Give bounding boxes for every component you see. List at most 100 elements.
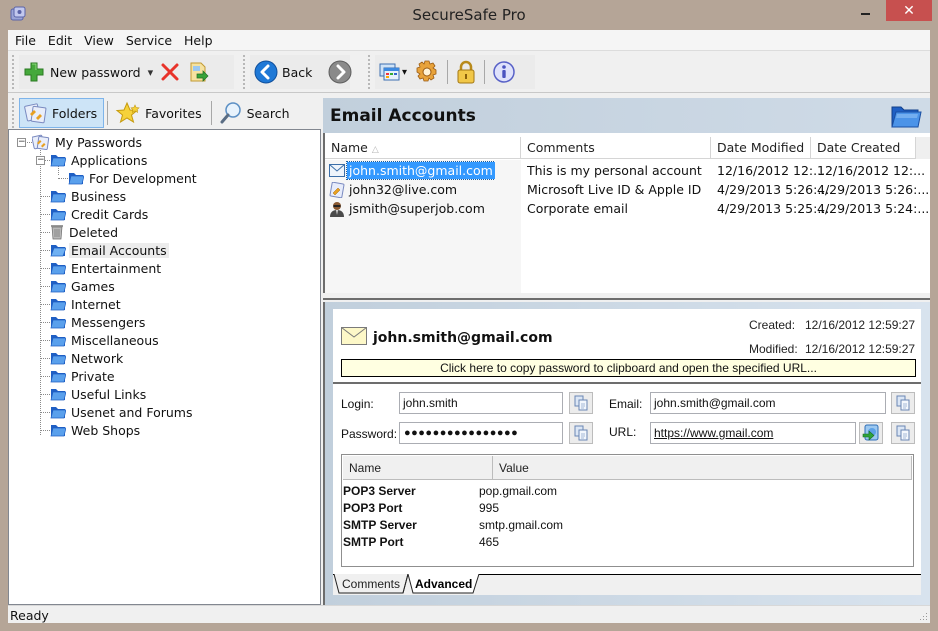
- tree-item-label: Usenet and Forums: [71, 404, 193, 420]
- edit-button[interactable]: [184, 57, 214, 87]
- tree-item-web-shops[interactable]: Web Shops: [50, 421, 142, 439]
- tab-advanced[interactable]: Advanced: [415, 575, 472, 594]
- modified-label: Modified:: [749, 342, 798, 356]
- tree-item-miscellaneous[interactable]: Miscellaneous: [50, 331, 161, 349]
- tree-guide-line: [40, 268, 50, 269]
- forward-arrow-icon: [328, 60, 352, 84]
- menu-file[interactable]: File: [8, 30, 42, 51]
- email-field[interactable]: john.smith@gmail.com: [650, 392, 886, 414]
- tree-guide-line: [40, 304, 50, 305]
- column-header-value[interactable]: Value: [493, 456, 529, 480]
- tree-item-business[interactable]: Business: [50, 187, 128, 205]
- menu-service[interactable]: Service: [120, 30, 178, 51]
- advanced-fields-grid: Name Value POP3 Server pop.gmail.com POP…: [341, 454, 914, 567]
- title-bar[interactable]: SecureSafe Pro ✕: [0, 0, 938, 30]
- tree-item-label: Network: [71, 350, 124, 366]
- tree-item-for-development[interactable]: For Development: [68, 169, 199, 187]
- horizontal-splitter[interactable]: [323, 293, 930, 300]
- tree-item-deleted[interactable]: Deleted: [50, 223, 120, 241]
- minimize-icon: [860, 12, 870, 15]
- gear-icon: [416, 60, 437, 82]
- tab-favorites[interactable]: Favorites: [111, 98, 207, 128]
- tree-item-internet[interactable]: Internet: [50, 295, 123, 313]
- tree-item-entertainment[interactable]: Entertainment: [50, 259, 163, 277]
- tree-item-messengers[interactable]: Messengers: [50, 313, 147, 331]
- delete-button[interactable]: [156, 57, 184, 87]
- menu-help[interactable]: Help: [178, 30, 219, 51]
- entry-name: jsmith@superjob.com: [349, 201, 485, 216]
- tree-item-email-accounts[interactable]: Email Accounts: [50, 241, 169, 259]
- tree-item-credit-cards[interactable]: Credit Cards: [50, 205, 150, 223]
- about-button[interactable]: [489, 57, 519, 87]
- lock-button[interactable]: [452, 57, 480, 87]
- column-header-date-created[interactable]: Date Created: [811, 137, 916, 159]
- password-field[interactable]: ●●●●●●●●●●●●●●●●: [399, 422, 563, 444]
- padlock-icon: [457, 60, 475, 84]
- settings-button[interactable]: [411, 57, 443, 87]
- tree-item-usenet-and-forums[interactable]: Usenet and Forums: [50, 403, 194, 421]
- tree-item-network[interactable]: Network: [50, 349, 125, 367]
- password-list: Name △ Comments Date Modified Date Create…: [323, 133, 930, 293]
- url-field[interactable]: https://www.gmail.com: [650, 422, 856, 444]
- new-password-button[interactable]: New password: [19, 57, 145, 87]
- magnifier-icon: [220, 102, 241, 124]
- tree-item-my-passwords[interactable]: My Passwords: [32, 133, 144, 151]
- tree-collapse-toggle[interactable]: −: [17, 138, 26, 147]
- close-icon: ✕: [903, 2, 915, 19]
- field-name: POP3 Port: [343, 501, 403, 515]
- view-mode-button[interactable]: ▾: [375, 57, 411, 87]
- copy-email-button[interactable]: [891, 392, 915, 414]
- column-header-label: Name: [331, 140, 368, 155]
- tab-comments[interactable]: Comments: [342, 575, 400, 594]
- tree-item-label: Web Shops: [71, 422, 141, 438]
- field-name: POP3 Server: [343, 484, 416, 498]
- field-name: SMTP Port: [343, 535, 404, 549]
- tree-collapse-toggle[interactable]: −: [36, 156, 45, 165]
- tab-search[interactable]: Search: [215, 98, 296, 128]
- tree-item-applications[interactable]: Applications: [50, 151, 149, 169]
- tree-guide-line: [40, 144, 41, 435]
- list-row[interactable]: john.smith@gmail.com This is my personal…: [325, 161, 930, 180]
- dropdown-arrow-icon: ▾: [147, 65, 154, 79]
- copy-password-button[interactable]: [569, 422, 593, 444]
- forward-button[interactable]: [324, 57, 356, 87]
- toolbar-grip[interactable]: [12, 55, 15, 89]
- login-field[interactable]: john.smith: [399, 392, 563, 414]
- field-value: smtp.gmail.com: [479, 518, 564, 532]
- tab-folders[interactable]: Folders: [19, 98, 105, 128]
- back-button[interactable]: Back: [250, 57, 316, 87]
- detail-tabs: Comments Advanced: [333, 574, 921, 595]
- menu-edit[interactable]: Edit: [42, 30, 78, 51]
- tree-item-private[interactable]: Private: [50, 367, 117, 385]
- copy-password-open-url-bar[interactable]: Click here to copy password to clipboard…: [341, 359, 916, 377]
- tab-separator: [210, 101, 212, 125]
- tree-item-useful-links[interactable]: Useful Links: [50, 385, 148, 403]
- column-header-comments[interactable]: Comments: [521, 137, 711, 159]
- toolbar-grip[interactable]: [368, 55, 371, 89]
- folder-icon: [50, 425, 66, 437]
- back-arrow-icon: [254, 60, 278, 84]
- column-header-name[interactable]: Name: [343, 456, 493, 480]
- tree-item-games[interactable]: Games: [50, 277, 117, 295]
- copy-icon: [896, 425, 910, 441]
- column-header-name[interactable]: Name △: [325, 137, 521, 159]
- column-header-date-modified[interactable]: Date Modified: [711, 137, 811, 159]
- content-pane: Email Accounts Name △ Comments Date Modif…: [322, 98, 930, 605]
- folder-icon: [50, 191, 66, 203]
- close-button[interactable]: ✕: [886, 0, 932, 21]
- resize-grip-icon[interactable]: [918, 611, 928, 621]
- back-label: Back: [282, 64, 313, 80]
- list-row[interactable]: jsmith@superjob.com Corporate email 4/29…: [325, 199, 930, 218]
- copy-login-button[interactable]: [569, 392, 593, 414]
- list-row[interactable]: john32@live.com Microsoft Live ID & Appl…: [325, 180, 930, 199]
- toolbar-separator: [447, 60, 449, 84]
- name-cell: john32@live.com: [329, 180, 459, 199]
- open-url-button[interactable]: [859, 422, 883, 444]
- tree-item-label: Games: [71, 278, 115, 294]
- toolbar-grip[interactable]: [243, 55, 246, 89]
- menu-view[interactable]: View: [78, 30, 120, 51]
- copy-url-button[interactable]: [891, 422, 915, 444]
- tree-guide-line: [40, 394, 50, 395]
- new-password-dropdown[interactable]: ▾: [145, 57, 157, 87]
- menu-bar: File Edit View Service Help: [8, 30, 930, 51]
